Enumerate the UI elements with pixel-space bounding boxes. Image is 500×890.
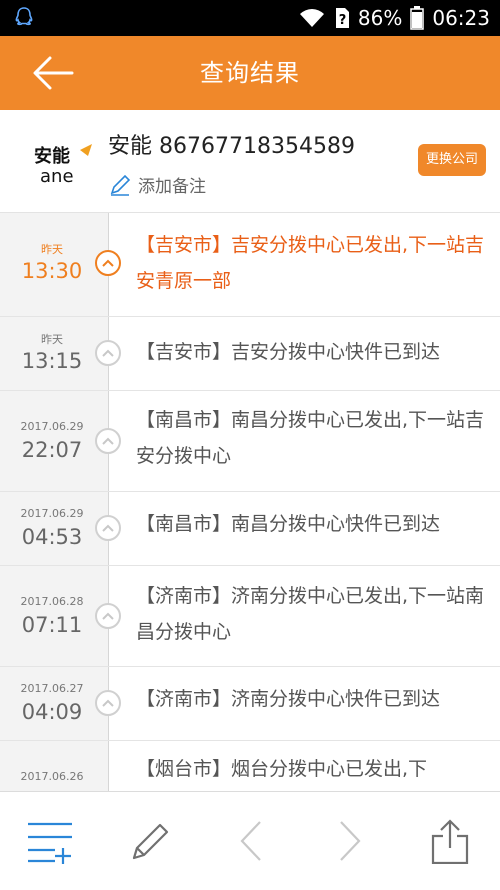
bottom-toolbar [0,791,500,890]
clock: 06:23 [432,6,490,30]
event-date: 2017.06.29 [20,507,84,520]
prev-icon[interactable] [226,818,276,864]
tracking-header: 安能 ane 安能 86767718354589 添加备注 更换公司 [0,110,500,213]
event-time: 13:15 [21,349,83,373]
event-date: 昨天 [41,333,63,346]
tracking-number: 86767718354589 [159,134,355,159]
timeline-dot [95,340,121,366]
event-text: 【烟台市】烟台分拨中心已发出,下 [136,758,428,780]
timeline-dot [95,515,121,541]
event-date: 昨天 [41,243,63,256]
timeline-dot [95,250,121,276]
svg-text:ane: ane [40,166,74,187]
timeline-row: 2017.06.29 04:53 【南昌市】南昌分拨中心快件已到达 [0,491,500,566]
timeline-row: 2017.06.29 22:07 【南昌市】南昌分拨中心已发出,下一站吉安分拨中… [0,390,500,492]
status-bar: ? 86% 06:23 [0,0,500,36]
battery-icon [410,6,425,30]
next-icon[interactable] [325,818,375,864]
battery-percent: 86% [357,6,403,30]
back-arrow-icon[interactable] [28,50,78,96]
event-text: 【南昌市】南昌分拨中心快件已到达 [136,513,441,535]
add-note-link[interactable]: 添加备注 [108,172,206,197]
timeline[interactable]: 昨天 13:30 【吉安市】吉安分拨中心已发出,下一站吉安青原一部 昨天 13:… [0,213,500,791]
chevron-up-icon [102,259,114,267]
add-note-label: 添加备注 [138,177,206,197]
event-time: 13:30 [21,259,83,283]
chevron-up-icon [102,524,114,532]
timeline-dot [95,603,121,629]
event-date: 2017.06.26 [20,770,84,783]
ane-logo: 安能 ane [34,144,92,187]
app-bar: 查询结果 [0,36,500,110]
timeline-row: 2017.06.26 【烟台市】烟台分拨中心已发出,下 [0,740,500,791]
pencil-icon [110,174,131,196]
sim-unknown-icon: ? [335,8,349,28]
event-time: 04:53 [21,525,83,549]
chevron-up-icon [102,612,114,620]
event-date: 2017.06.28 [20,595,84,608]
wifi-icon [299,9,324,27]
svg-text:?: ? [339,13,347,28]
chevron-up-icon [102,699,114,707]
timeline-row: 2017.06.27 04:09 【济南市】济南分拨中心快件已到达 [0,666,500,741]
event-time: 07:11 [21,613,83,637]
svg-text:安能: 安能 [34,145,70,167]
company-name: 安能 [108,134,153,159]
chevron-up-icon [102,349,114,357]
timeline-row: 昨天 13:15 【吉安市】吉安分拨中心快件已到达 [0,316,500,391]
timeline-dot [95,690,121,716]
qq-icon [15,7,33,26]
change-company-button[interactable]: 更换公司 [417,144,486,176]
event-text: 【吉安市】吉安分拨中心已发出,下一站吉安青原一部 [136,234,485,292]
event-time: 22:07 [21,438,83,462]
event-date: 2017.06.27 [20,682,84,695]
event-text: 【吉安市】吉安分拨中心快件已到达 [136,341,441,363]
event-text: 【南昌市】南昌分拨中心已发出,下一站吉安分拨中心 [136,409,485,467]
event-text: 【济南市】济南分拨中心快件已到达 [136,688,441,710]
event-text: 【济南市】济南分拨中心已发出,下一站南昌分拨中心 [136,585,485,643]
company-tracking: 安能 86767718354589 [108,128,355,160]
timeline-row: 昨天 13:30 【吉安市】吉安分拨中心已发出,下一站吉安青原一部 [0,213,500,317]
share-icon[interactable] [425,818,475,864]
event-time: 04:09 [21,700,83,724]
chevron-up-icon [102,437,114,445]
edit-icon[interactable] [126,818,176,864]
event-date: 2017.06.29 [20,420,84,433]
timeline-dot [95,428,121,454]
timeline-row: 2017.06.28 07:11 【济南市】济南分拨中心已发出,下一站南昌分拨中… [0,565,500,667]
list-add-icon[interactable] [25,818,75,864]
